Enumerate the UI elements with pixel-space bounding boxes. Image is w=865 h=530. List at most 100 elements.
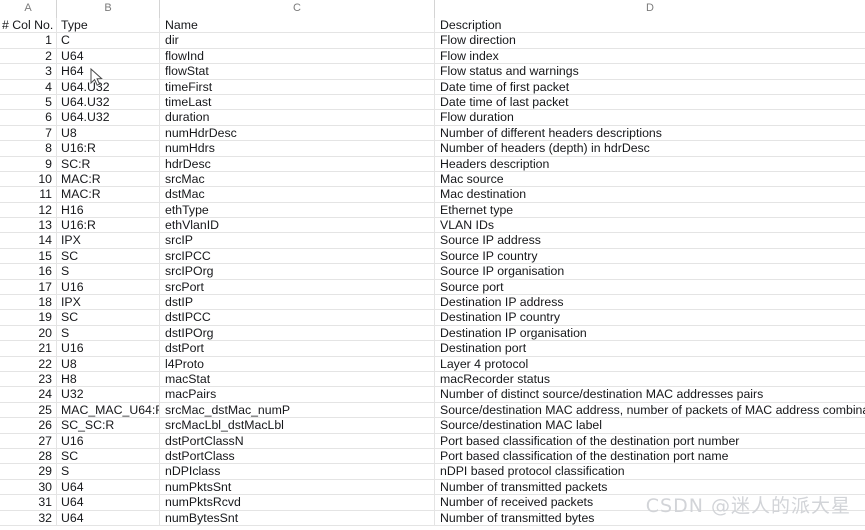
cell-name[interactable]: ethType (160, 202, 435, 219)
cell-type[interactable]: U64 (57, 510, 160, 526)
cell-type[interactable]: SC (57, 310, 160, 326)
cell-description[interactable]: Number of headers (depth) in hdrDesc (435, 141, 865, 156)
table-row[interactable]: 18 IPX dstIP Destination IP address (0, 295, 865, 311)
table-row[interactable]: 17 U16 srcPort Source port (0, 279, 865, 296)
cell-name[interactable]: dstPortClass (160, 448, 435, 465)
cell-description[interactable]: Flow index (435, 49, 865, 64)
cell-col-no[interactable]: 1 (0, 33, 57, 49)
cell-col-no[interactable]: 21 (0, 341, 57, 357)
table-row[interactable]: 5 U64.U32 timeLast Date time of last packet (0, 94, 865, 111)
cell-col-no[interactable]: 7 (0, 125, 57, 142)
cell-col-no[interactable]: 32 (0, 510, 57, 526)
table-row[interactable]: 27 U16 dstPortClassN Port based classificat… (0, 433, 865, 449)
cell-description[interactable]: Source IP organisation (435, 264, 865, 279)
cell-description[interactable]: Flow duration (435, 110, 865, 125)
cell-name[interactable]: timeLast (160, 94, 435, 111)
cell-description[interactable]: Port based classification of the destina… (435, 434, 865, 449)
table-row[interactable]: 7 U8 numHdrDesc Number of different headers… (0, 125, 865, 142)
table-row[interactable]: 30 U64 numPktsSnt Number of transmitted pac… (0, 479, 865, 496)
cell-type[interactable]: SC (57, 248, 160, 265)
cell-col-no[interactable]: 30 (0, 479, 57, 496)
cell-col-no[interactable]: 27 (0, 433, 57, 449)
cell-col-no[interactable]: 13 (0, 218, 57, 234)
cell-col-no[interactable]: 11 (0, 187, 57, 203)
header-cell-col-no[interactable]: # Col No. (0, 18, 57, 34)
cell-name[interactable]: dstIPOrg (160, 325, 435, 342)
cell-type[interactable]: U16:R (57, 218, 160, 234)
cell-col-no[interactable]: 6 (0, 110, 57, 126)
cell-name[interactable]: dstPort (160, 341, 435, 357)
cell-name[interactable]: dstMac (160, 187, 435, 203)
cell-description[interactable]: Number of transmitted bytes (435, 511, 865, 526)
cell-type[interactable]: H16 (57, 202, 160, 219)
header-cell-type[interactable]: Type (57, 18, 160, 34)
cell-col-no[interactable]: 26 (0, 418, 57, 434)
table-row[interactable]: 3 H64 flowStat Flow status and warnings (0, 64, 865, 80)
cell-col-no[interactable]: 10 (0, 171, 57, 188)
table-row[interactable]: 23 H8 macStat macRecorder status (0, 371, 865, 388)
cell-name[interactable]: dstIPCC (160, 310, 435, 326)
cell-type[interactable]: U8 (57, 125, 160, 142)
cell-col-no[interactable]: 18 (0, 295, 57, 311)
cell-type[interactable]: U32 (57, 387, 160, 403)
table-row[interactable]: 16 SsrcIPOrg Source IP organisation (0, 264, 865, 280)
cell-type[interactable]: SC_SC:R (57, 418, 160, 434)
table-row[interactable]: 4 U64.U32 timeFirst Date time of first pack… (0, 79, 865, 95)
cell-description[interactable]: Number of distinct source/destination MA… (435, 387, 865, 402)
table-row[interactable]: 21 U16 dstPort Destination port (0, 341, 865, 357)
cell-description[interactable]: Source IP address (435, 233, 865, 248)
table-row[interactable]: 10 MAC:R srcMac Mac source (0, 171, 865, 188)
table-row[interactable]: 14 IPX srcIP Source IP address (0, 233, 865, 249)
table-row[interactable]: 11 MAC:R dstMac Mac destination (0, 187, 865, 203)
cell-type[interactable]: U64 (57, 495, 160, 511)
cell-name[interactable]: numHdrDesc (160, 125, 435, 142)
table-row[interactable]: 24 U32 macPairs Number of distinct source/d… (0, 387, 865, 403)
cell-type[interactable]: U64.U32 (57, 94, 160, 111)
cell-col-no[interactable]: 31 (0, 495, 57, 511)
cell-type[interactable]: U16:R (57, 141, 160, 157)
table-row[interactable]: 20 SdstIPOrg Destination IP organisation (0, 325, 865, 342)
cell-col-no[interactable]: 22 (0, 356, 57, 372)
cell-description[interactable]: Destination IP country (435, 310, 865, 325)
table-row[interactable]: 28 SC dstPortClass Port based classificatio… (0, 448, 865, 465)
cell-type[interactable]: SC (57, 448, 160, 465)
cell-description[interactable]: nDPI based protocol classification (435, 464, 865, 479)
table-row[interactable]: 15 SC srcIPCC Source IP country (0, 248, 865, 265)
cell-type[interactable]: SC:R (57, 156, 160, 172)
cell-col-no[interactable]: 2 (0, 48, 57, 65)
cell-name[interactable]: duration (160, 110, 435, 126)
cell-name[interactable]: macPairs (160, 387, 435, 403)
cell-description[interactable]: Layer 4 protocol (435, 357, 865, 372)
cell-type[interactable]: U16 (57, 341, 160, 357)
cell-type[interactable]: IPX (57, 295, 160, 311)
cell-name[interactable]: srcMac_dstMac_numP (160, 402, 435, 419)
cell-col-no[interactable]: 12 (0, 202, 57, 219)
cell-type[interactable]: U8 (57, 356, 160, 372)
cell-name[interactable]: numPktsRcvd (160, 495, 435, 511)
column-header-a[interactable]: A (0, 0, 57, 18)
cell-type[interactable]: U16 (57, 279, 160, 296)
table-row[interactable]: 32 U64 numBytesSnt Number of transmitted by… (0, 510, 865, 526)
table-row[interactable]: 2 U64 flowInd Flow index (0, 48, 865, 65)
table-row[interactable]: 19 SC dstIPCC Destination IP country (0, 310, 865, 326)
cell-description[interactable]: Source/destination MAC address, number o… (435, 403, 865, 418)
cell-col-no[interactable]: 19 (0, 310, 57, 326)
cell-col-no[interactable]: 8 (0, 141, 57, 157)
cell-col-no[interactable]: 29 (0, 464, 57, 480)
column-header-b[interactable]: B (57, 0, 160, 18)
cell-description[interactable]: Source/destination MAC label (435, 418, 865, 433)
cell-type[interactable]: IPX (57, 233, 160, 249)
column-header-d[interactable]: D (435, 0, 865, 18)
table-row[interactable]: 1 Cdir Flow direction (0, 33, 865, 49)
cell-name[interactable]: l4Proto (160, 356, 435, 372)
cell-name[interactable]: nDPIclass (160, 464, 435, 480)
cell-type[interactable]: U64 (57, 479, 160, 496)
cell-description[interactable]: Ethernet type (435, 203, 865, 218)
cell-col-no[interactable]: 15 (0, 248, 57, 265)
cell-col-no[interactable]: 14 (0, 233, 57, 249)
cell-name[interactable]: numHdrs (160, 141, 435, 157)
cell-name[interactable]: ethVlanID (160, 218, 435, 234)
cell-description[interactable]: Source IP country (435, 249, 865, 264)
table-row[interactable]: 29 SnDPIclass nDPI based protocol classifi… (0, 464, 865, 480)
cell-description[interactable]: Mac source (435, 172, 865, 187)
